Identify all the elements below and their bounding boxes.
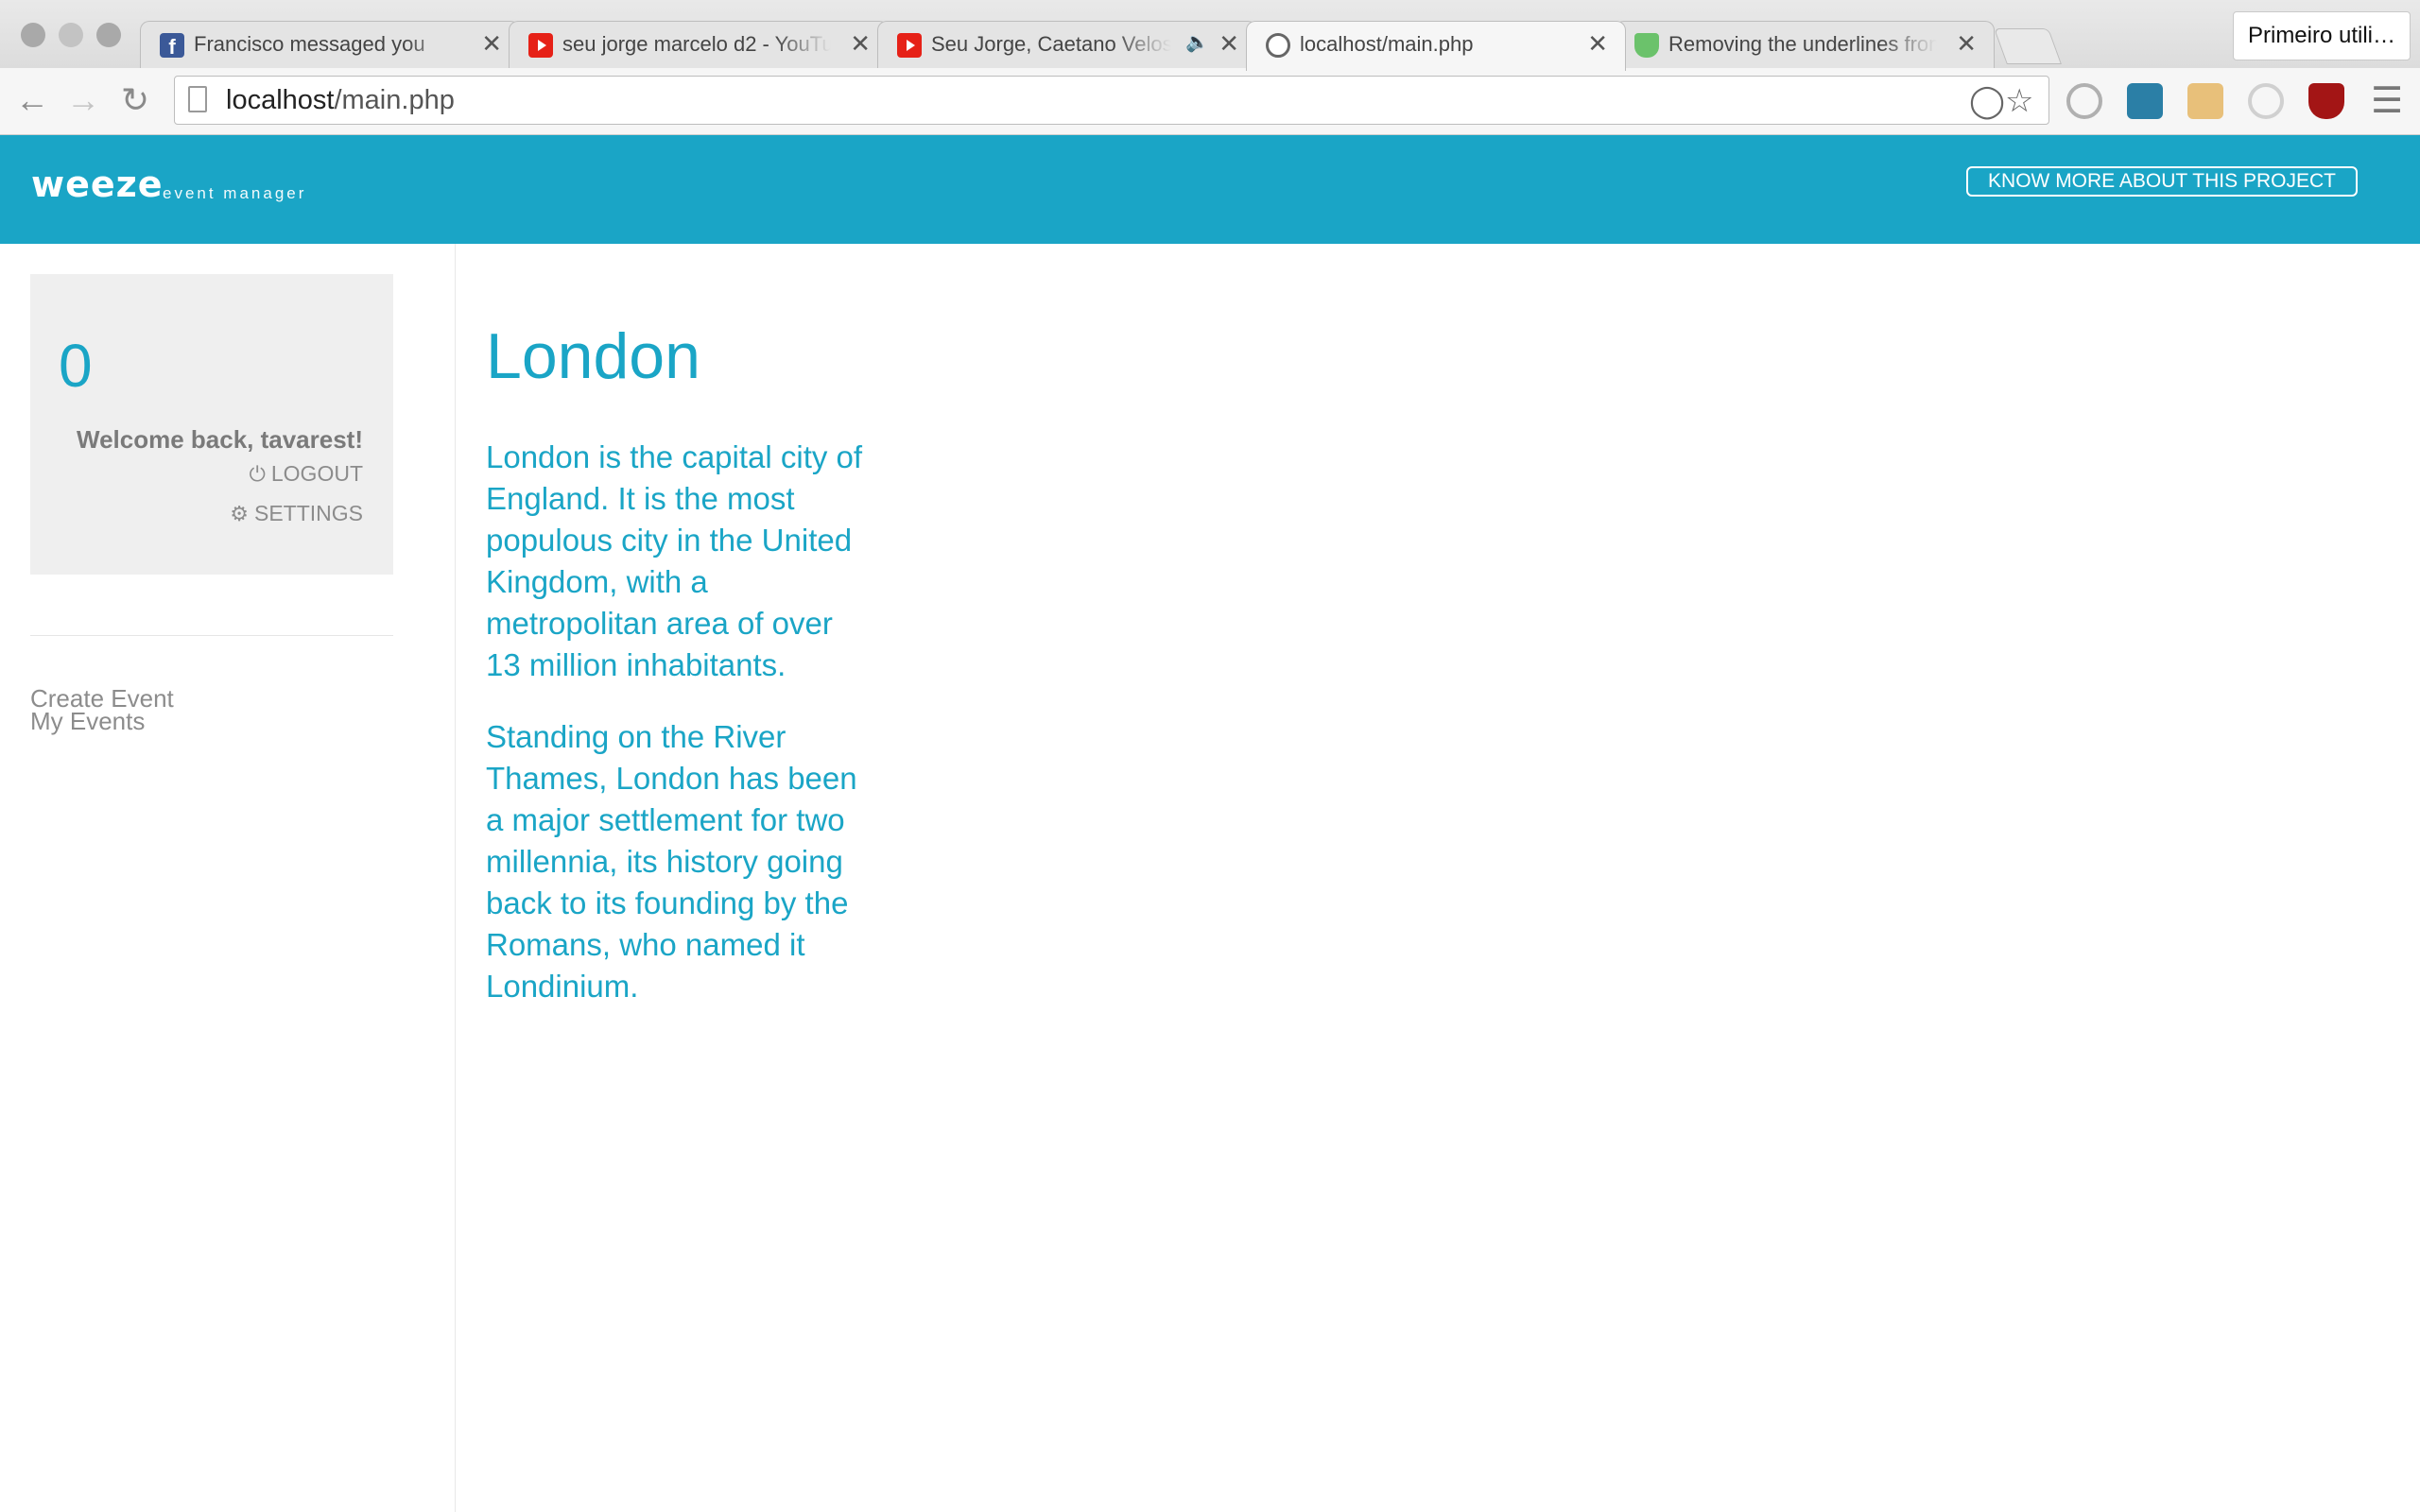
settings-label: SETTINGS bbox=[253, 501, 363, 525]
url-text[interactable]: localhost/main.php bbox=[226, 85, 455, 116]
tab-title: Francisco messaged you bbox=[194, 32, 462, 57]
ublock-shield-icon[interactable] bbox=[2308, 83, 2344, 119]
tab-title: Removing the underlines from bbox=[1668, 32, 1937, 57]
user-panel: 0 Welcome back, tavarest! ⏻ LOGOUT ⚙ SETTI… bbox=[30, 274, 393, 575]
forward-arrow-icon[interactable]: → bbox=[66, 81, 100, 119]
menu-icon[interactable]: ☰ bbox=[2371, 79, 2403, 122]
extension-circle-icon[interactable] bbox=[2066, 83, 2102, 119]
event-count: 0 bbox=[59, 332, 93, 400]
tab-title: seu jorge marcelo d2 - YouTube bbox=[562, 32, 831, 57]
settings-link[interactable]: ⚙ SETTINGS bbox=[230, 501, 363, 526]
paragraph-2: Standing on the River Thames, London has… bbox=[486, 719, 857, 1004]
new-tab-button[interactable] bbox=[1994, 28, 2062, 64]
page-icon bbox=[188, 86, 207, 112]
lightbulb-icon[interactable]: ◯ bbox=[1969, 82, 2005, 120]
logout-link[interactable]: ⏻ LOGOUT bbox=[249, 461, 363, 487]
sidebar: 0 Welcome back, tavarest! ⏻ LOGOUT ⚙ SETTI… bbox=[0, 244, 456, 1512]
browser-tab-4-active[interactable]: localhost/main.php ✕ bbox=[1246, 21, 1626, 71]
close-window-button[interactable] bbox=[21, 23, 45, 47]
maximize-window-button[interactable] bbox=[96, 23, 121, 47]
site-header: weeze event manager KNOW MORE ABOUT THIS… bbox=[0, 135, 2420, 244]
browser-tab-strip: f Francisco messaged you ✕ seu jorge mar… bbox=[0, 0, 2420, 71]
know-more-button[interactable]: KNOW MORE ABOUT THIS PROJECT bbox=[1966, 166, 2358, 197]
paragraph-1: London is the capital city of England. I… bbox=[486, 439, 863, 682]
logout-label: LOGOUT bbox=[270, 461, 363, 486]
close-tab-icon[interactable]: ✕ bbox=[1219, 29, 1239, 59]
address-bar[interactable]: localhost/main.php ◯ ☆ bbox=[174, 76, 2049, 125]
tab-title: localhost/main.php bbox=[1300, 32, 1568, 57]
extension-ring-icon[interactable] bbox=[2248, 83, 2284, 119]
extension-face-icon[interactable] bbox=[2187, 83, 2223, 119]
my-events-link[interactable]: My Events bbox=[30, 709, 145, 733]
github-icon bbox=[1266, 33, 1290, 58]
profile-button[interactable]: Primeiro utili… bbox=[2233, 11, 2411, 60]
browser-tab-1[interactable]: f Francisco messaged you ✕ bbox=[140, 21, 520, 69]
close-tab-icon[interactable]: ✕ bbox=[850, 29, 871, 59]
browser-tab-5[interactable]: Removing the underlines from ✕ bbox=[1615, 21, 1995, 69]
welcome-message: Welcome back, tavarest! bbox=[77, 425, 363, 454]
sidebar-divider bbox=[30, 635, 393, 636]
page-title: London bbox=[486, 320, 700, 392]
minimize-window-button[interactable] bbox=[59, 23, 83, 47]
extension-wave-icon[interactable] bbox=[2127, 83, 2163, 119]
speaker-icon[interactable]: 🔈 bbox=[1185, 30, 1209, 54]
power-icon: ⏻ bbox=[249, 462, 266, 486]
browser-toolbar: ← → ↻ localhost/main.php ◯ ☆ bbox=[0, 68, 2420, 135]
close-tab-icon[interactable]: ✕ bbox=[1587, 29, 1608, 59]
close-tab-icon[interactable]: ✕ bbox=[1956, 29, 1977, 59]
gear-icon: ⚙ bbox=[230, 502, 249, 525]
shield-icon bbox=[1634, 33, 1659, 58]
star-bookmark-icon[interactable]: ☆ bbox=[2005, 82, 2033, 120]
back-arrow-icon[interactable]: ← bbox=[15, 81, 49, 119]
facebook-icon: f bbox=[160, 33, 184, 59]
tab-title: Seu Jorge, Caetano Veloso bbox=[931, 32, 1171, 57]
close-tab-icon[interactable]: ✕ bbox=[481, 29, 502, 59]
youtube-icon bbox=[528, 33, 553, 58]
youtube-icon bbox=[897, 33, 922, 58]
browser-tab-2[interactable]: seu jorge marcelo d2 - YouTube ✕ bbox=[509, 21, 889, 69]
browser-tab-3[interactable]: Seu Jorge, Caetano Veloso 🔈 ✕ bbox=[877, 21, 1257, 69]
site-logo-subtitle: event manager bbox=[163, 184, 307, 202]
site-logo[interactable]: weeze bbox=[31, 163, 164, 205]
reload-icon[interactable]: ↻ bbox=[121, 81, 149, 119]
